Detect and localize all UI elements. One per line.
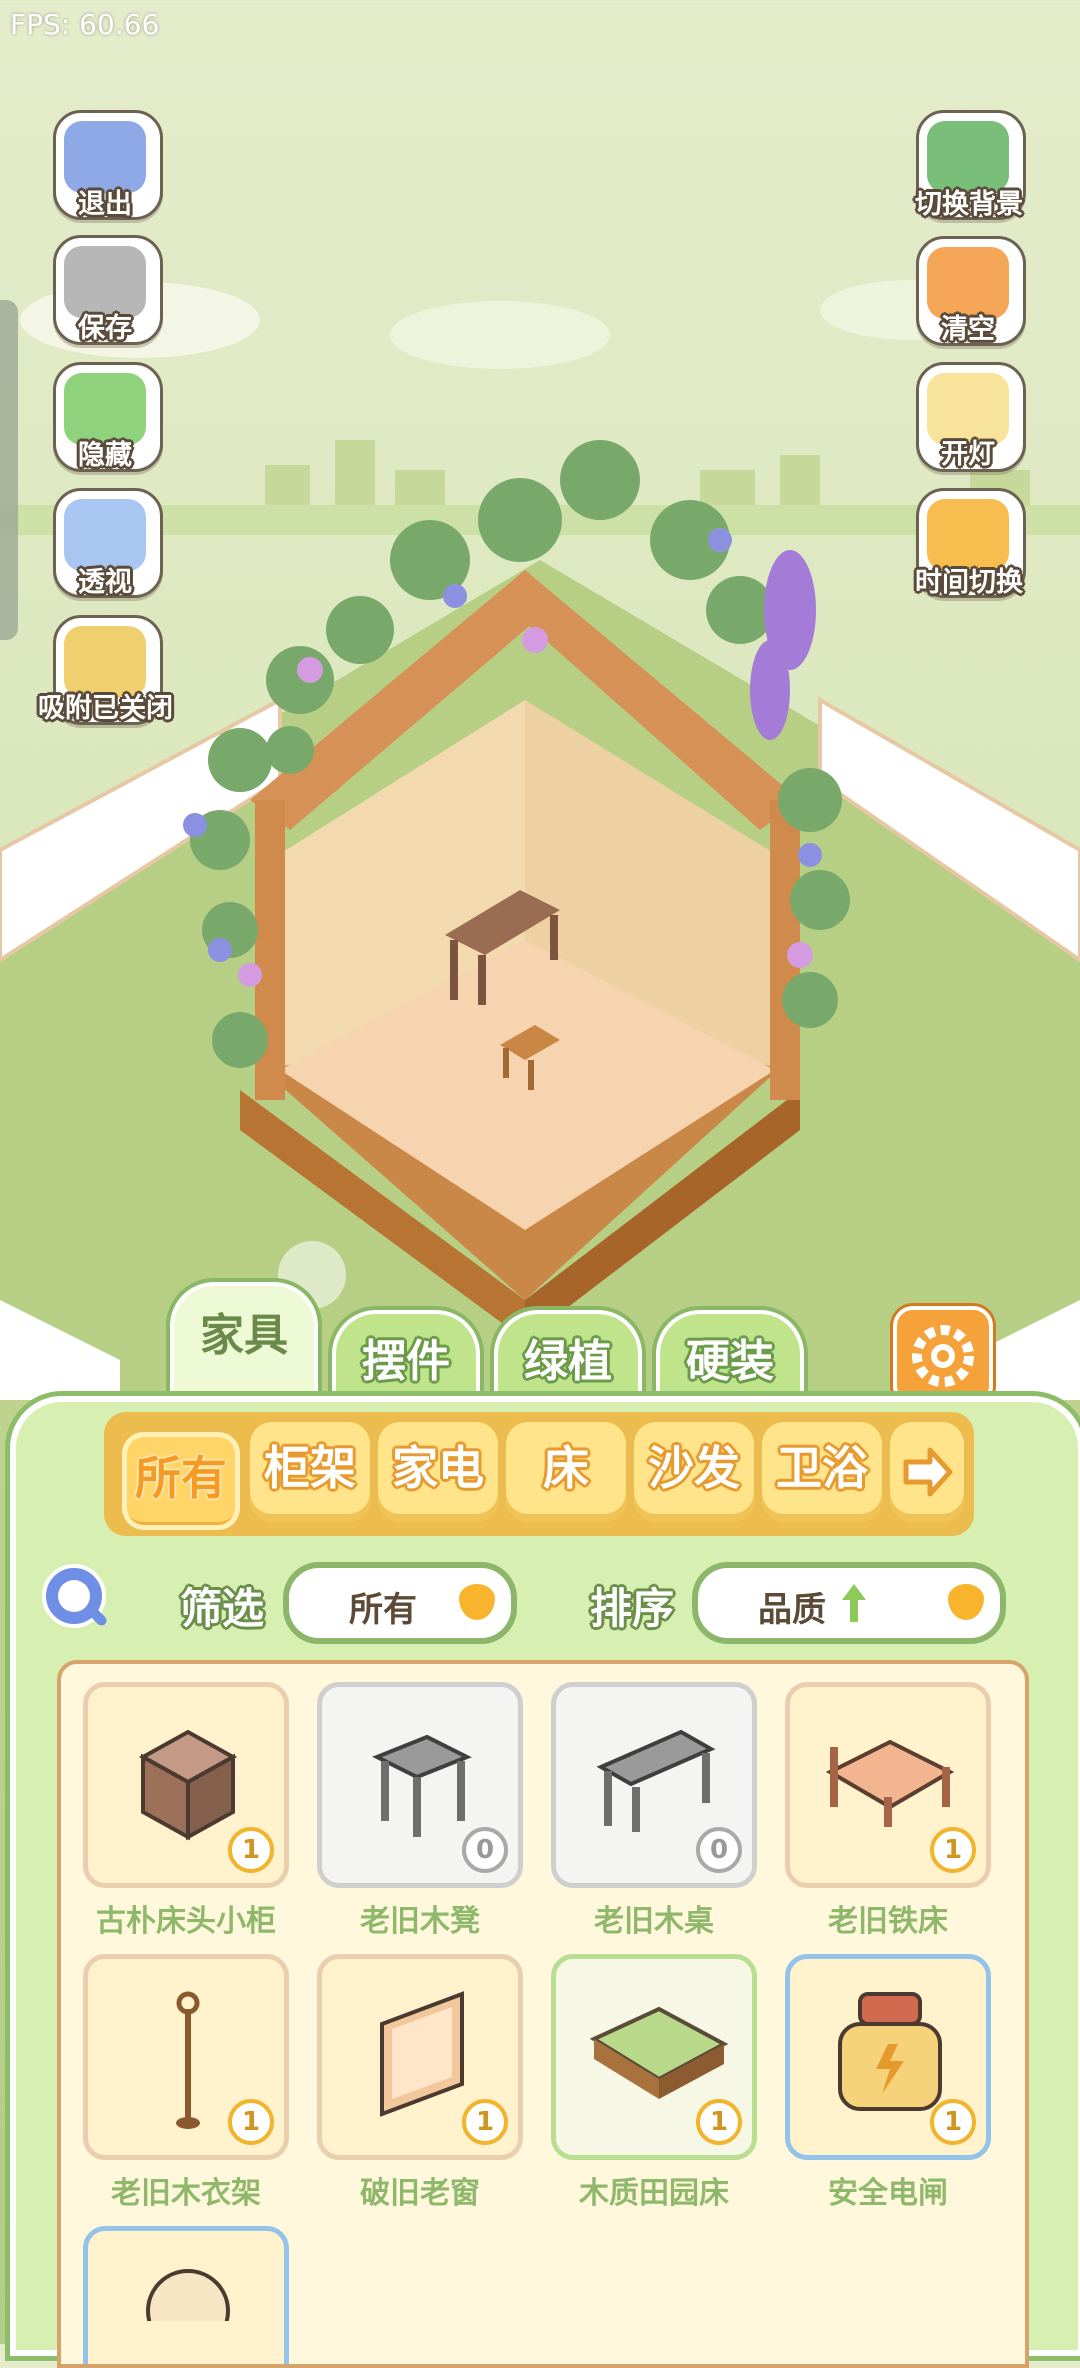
light-label: 开灯	[941, 439, 995, 470]
item-name: 老旧木凳	[360, 1904, 480, 1939]
tab-furniture[interactable]: 家具	[170, 1282, 318, 1402]
item-name: 木质田园床	[579, 2176, 729, 2211]
snap-label: 吸附已关闭	[38, 693, 173, 724]
category-all[interactable]: 所有	[122, 1432, 240, 1530]
item-quantity: 1	[696, 2099, 742, 2145]
category-appliances[interactable]: 家电	[378, 1422, 498, 1522]
item-name: 老旧木衣架	[111, 2176, 261, 2211]
save-label: 保存	[78, 313, 132, 344]
item-card[interactable]: 1	[785, 1682, 991, 1888]
window-icon	[380, 1991, 464, 2117]
filter-label: 筛选	[180, 1584, 265, 1633]
item-quantity: 1	[462, 2099, 508, 2145]
item-grid: 1 古朴床头小柜 0 老旧木凳 0 老旧木桌 1 老旧铁床 1 老旧木衣架 1 …	[57, 1660, 1029, 2368]
item-quantity: 1	[930, 1827, 976, 1873]
category-appliances-label: 家电	[392, 1441, 484, 1495]
category-shelves[interactable]: 柜架	[250, 1422, 370, 1522]
time-switch-label: 时间切换	[915, 567, 1023, 598]
item-name: 老旧木桌	[594, 1904, 714, 1939]
tab-furniture-label: 家具	[200, 1310, 288, 1361]
tab-plants[interactable]: 绿植	[494, 1310, 642, 1406]
category-beds-label: 床	[543, 1441, 589, 1495]
chevron-down-icon	[948, 1584, 984, 1620]
category-sofas-label: 沙发	[648, 1441, 740, 1495]
gear-icon	[912, 1325, 974, 1387]
arrow-up-icon	[842, 1584, 866, 1622]
desk-icon	[596, 1729, 716, 1832]
iron-bed-icon	[825, 1739, 955, 1827]
item-quantity: 1	[228, 1827, 274, 1873]
filter-dropdown[interactable]: 所有	[283, 1562, 517, 1644]
stool-icon	[372, 1734, 472, 1837]
filter-value: 所有	[349, 1590, 417, 1630]
item-card[interactable]: 0	[551, 1682, 757, 1888]
exit-label: 退出	[78, 189, 132, 220]
garden-bed-icon	[589, 2006, 729, 2099]
sort-dropdown[interactable]: 品质	[692, 1562, 1006, 1644]
category-beds[interactable]: 床	[506, 1422, 626, 1522]
sort-label: 排序	[590, 1584, 675, 1633]
category-next-button[interactable]	[890, 1422, 964, 1522]
category-bathroom-label: 卫浴	[776, 1441, 868, 1495]
item-card[interactable]: 1	[785, 1954, 991, 2160]
item-name: 古朴床头小柜	[96, 1904, 276, 1939]
tab-hardware[interactable]: 硬装	[656, 1310, 804, 1406]
item-quantity: 1	[930, 2099, 976, 2145]
arrow-right-icon	[903, 1447, 953, 1497]
search-button[interactable]	[38, 1560, 116, 1638]
clear-label: 清空	[941, 314, 995, 345]
item-quantity: 1	[228, 2099, 274, 2145]
search-icon	[42, 1564, 107, 1628]
hide-label: 隐藏	[78, 440, 132, 471]
game-scene[interactable]: FPS: 60.66 退出 保存 隐藏 透视 吸附已关闭 切换背景 清空 开灯 …	[0, 0, 1080, 1400]
item-name: 破旧老窗	[360, 2176, 480, 2211]
item-card[interactable]: 1	[551, 1954, 757, 2160]
tab-ornaments[interactable]: 摆件	[332, 1310, 480, 1406]
item-quantity: 0	[462, 1827, 508, 1873]
nightstand-icon	[138, 1729, 238, 1841]
category-bathroom[interactable]: 卫浴	[762, 1422, 882, 1522]
item-name: 安全电闸	[828, 2176, 948, 2211]
circuit-breaker-icon	[838, 1992, 942, 2111]
switch-background-label: 切换背景	[915, 189, 1023, 220]
item-card[interactable]: 1	[83, 1682, 289, 1888]
item-card[interactable]: 1	[317, 1954, 523, 2160]
clock-icon	[146, 2269, 230, 2321]
side-drawer-handle[interactable]	[0, 300, 18, 640]
item-name: 老旧铁床	[828, 1904, 948, 1939]
chevron-down-icon	[459, 1584, 495, 1620]
coat-rack-icon	[176, 1991, 200, 2129]
category-shelves-label: 柜架	[264, 1441, 356, 1495]
item-quantity: 0	[696, 1827, 742, 1873]
category-sofas[interactable]: 沙发	[634, 1422, 754, 1522]
perspective-label: 透视	[78, 567, 132, 598]
item-card[interactable]	[83, 2226, 289, 2364]
item-card[interactable]: 1	[83, 1954, 289, 2160]
fps-counter: FPS: 60.66	[10, 8, 160, 41]
settings-button[interactable]	[893, 1306, 993, 1406]
category-all-label: 所有	[135, 1451, 227, 1505]
item-card[interactable]: 0	[317, 1682, 523, 1888]
sort-value: 品质	[758, 1590, 826, 1630]
